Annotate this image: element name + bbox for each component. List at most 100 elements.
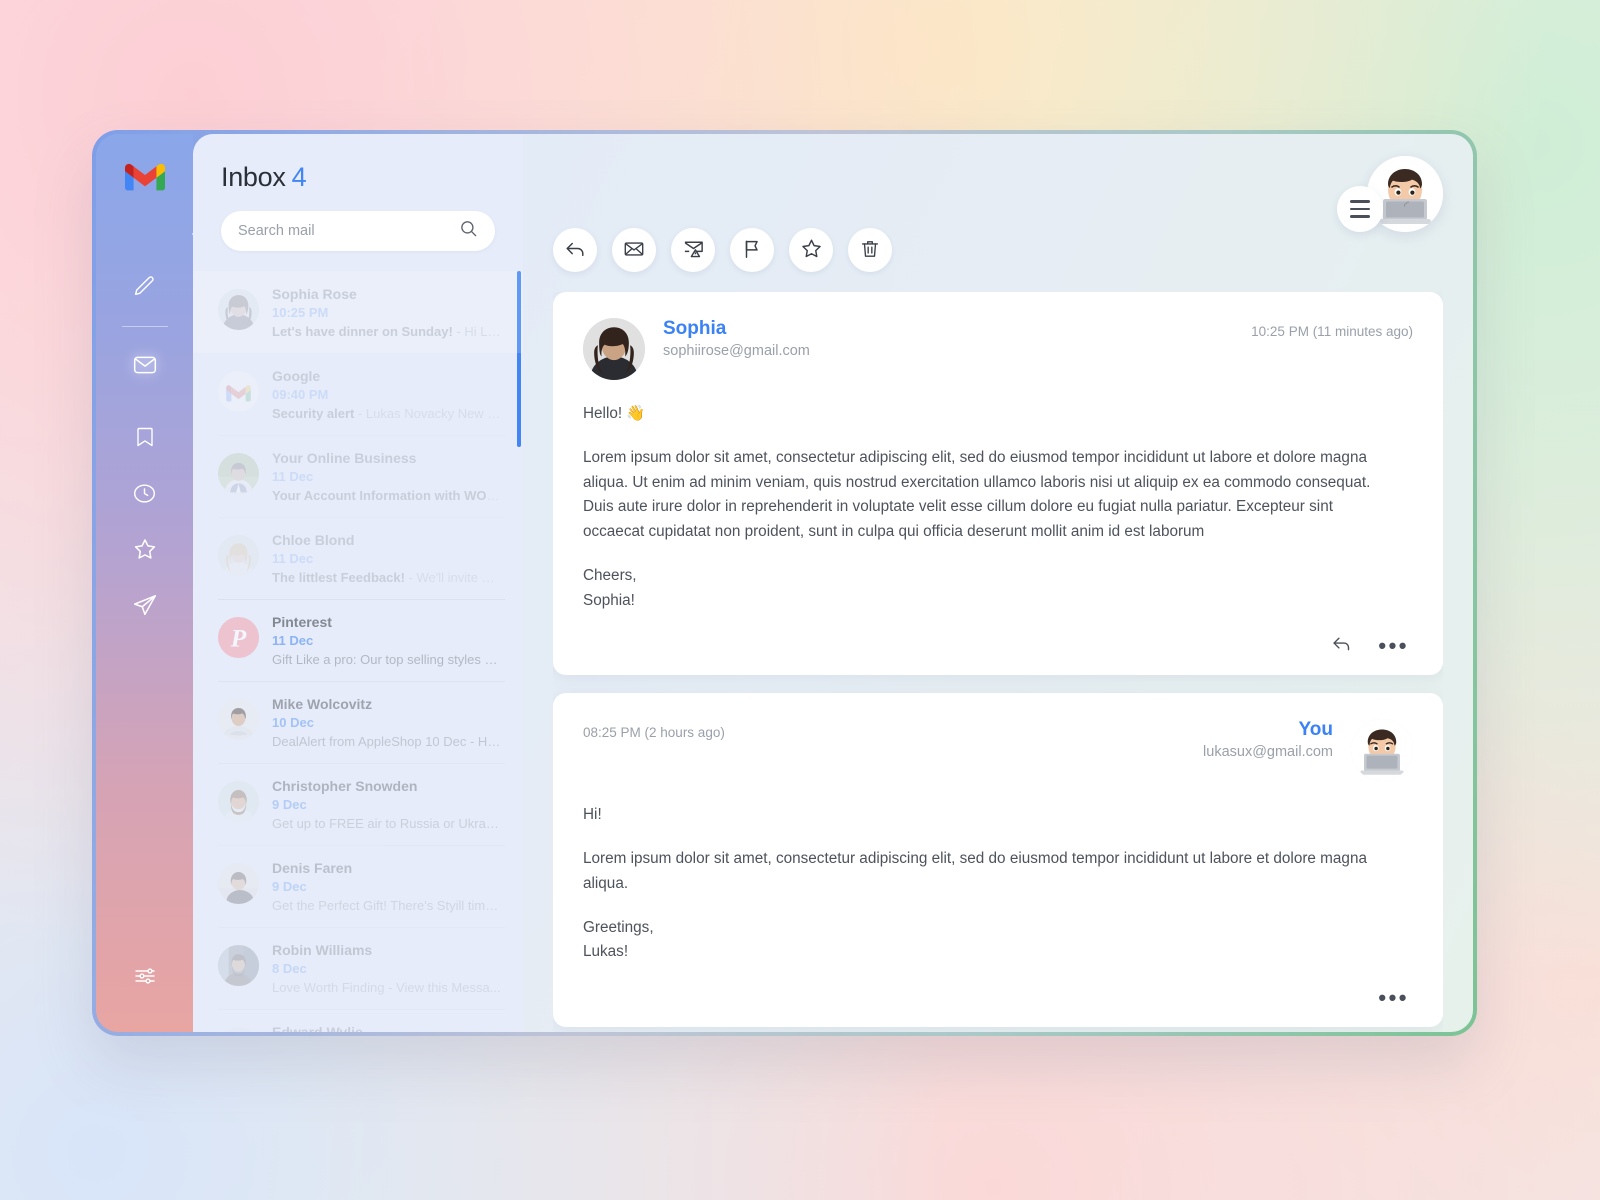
email-preview: - Hi Lukas... bbox=[456, 324, 501, 339]
sender-name: Edward Wylie bbox=[272, 1024, 363, 1032]
star-icon bbox=[800, 237, 823, 263]
hamburger-icon-bar bbox=[1350, 215, 1370, 218]
email-list-item[interactable]: Sophia Rose 10:25 PM Let's have dinner o… bbox=[193, 271, 523, 353]
email-date: 11 Dec bbox=[272, 551, 314, 566]
email-list-item[interactable]: Your Online Business 11 Dec Your Account… bbox=[193, 435, 523, 517]
message-sender: Sophia bbox=[663, 318, 727, 339]
flag-icon bbox=[741, 238, 763, 263]
email-date: 9 Dec bbox=[272, 879, 307, 894]
flag-button[interactable] bbox=[730, 228, 774, 272]
message-actions: ••• bbox=[583, 985, 1413, 1011]
email-preview: DealAlert from AppleShop 10 Dec - Hi... bbox=[272, 734, 501, 749]
reply-arrow-icon bbox=[564, 238, 586, 263]
sender-avatar bbox=[218, 535, 259, 576]
email-snippet: Get up to FREE air to Russia or Ukraine.… bbox=[272, 816, 501, 831]
gmail-logo-icon bbox=[124, 162, 165, 192]
search-input[interactable] bbox=[238, 223, 459, 239]
email-subject: Security alert bbox=[272, 406, 355, 421]
hamburger-icon-bar bbox=[1350, 200, 1370, 203]
sender-name: Mike Wolcovitz bbox=[272, 696, 373, 712]
sender-avatar bbox=[218, 289, 259, 330]
email-preview: Get the Perfect Gift! There's Styill tim… bbox=[272, 898, 501, 913]
message-avatar bbox=[583, 318, 645, 380]
email-list-item[interactable]: Chloe Blond 11 Dec The littlest Feedback… bbox=[193, 517, 523, 599]
message-toolbar[interactable] bbox=[553, 222, 1443, 278]
reading-pane: Sophia sophiirose@gmail.com 10:25 PM (11… bbox=[523, 134, 1473, 1032]
sender-name: Denis Faren bbox=[272, 860, 353, 876]
message-card: Sophia sophiirose@gmail.com 10:25 PM (11… bbox=[553, 292, 1443, 676]
more-options-button[interactable]: ••• bbox=[1378, 635, 1409, 657]
rail-item-compose[interactable] bbox=[123, 264, 167, 308]
search-bar[interactable] bbox=[221, 211, 495, 251]
email-subject: Let's have dinner on Sunday! bbox=[272, 324, 453, 339]
email-list-item[interactable]: P Pinterest 11 Dec Gift Like a pro: Our … bbox=[193, 599, 523, 681]
hamburger-icon-bar bbox=[1350, 207, 1370, 211]
message-card: You lukasux@gmail.com 08:25 PM (2 hours … bbox=[553, 693, 1443, 1028]
left-navigation-rail bbox=[96, 134, 193, 1032]
rail-item-sent[interactable] bbox=[123, 583, 167, 627]
email-snippet: Gift Like a pro: Our top selling styles … bbox=[272, 652, 501, 667]
pencil-icon bbox=[132, 274, 157, 299]
envelope-icon bbox=[623, 238, 645, 263]
email-preview: Get up to FREE air to Russia or Ukraine.… bbox=[272, 816, 501, 831]
sender-avatar bbox=[218, 371, 259, 412]
message-paragraph: Greetings, Lukas! bbox=[583, 918, 654, 961]
email-snippet: The littlest Feedback! - We'll invite yo… bbox=[272, 570, 501, 585]
envelope-icon bbox=[132, 352, 158, 378]
email-list[interactable]: Sophia Rose 10:25 PM Let's have dinner o… bbox=[193, 271, 523, 1032]
unread-count-badge: 4 bbox=[291, 162, 307, 192]
star-icon bbox=[132, 536, 158, 562]
envelope-button[interactable] bbox=[612, 228, 656, 272]
email-preview: - We'll invite you... bbox=[408, 570, 501, 585]
star-button[interactable] bbox=[789, 228, 833, 272]
message-paragraph: Lorem ipsum dolor sit amet, consectetur … bbox=[583, 850, 1367, 892]
sliders-icon bbox=[133, 964, 157, 988]
email-list-item[interactable]: Christopher Snowden 9 Dec Get up to FREE… bbox=[193, 763, 523, 845]
message-header: You lukasux@gmail.com 08:25 PM (2 hours … bbox=[583, 719, 1413, 782]
email-date: 9 Dec bbox=[272, 797, 307, 812]
hamburger-menu-button[interactable] bbox=[1337, 186, 1383, 232]
email-date: 8 Dec bbox=[272, 961, 307, 976]
app-window: Inbox4 Sophia Rose 10:25 PM Let's have d… bbox=[92, 130, 1477, 1036]
sender-name: Chloe Blond bbox=[272, 532, 355, 548]
rail-item-starred[interactable] bbox=[123, 527, 167, 571]
email-list-item[interactable]: Denis Faren 9 Dec Get the Perfect Gift! … bbox=[193, 845, 523, 927]
message-paragraph: Hi! bbox=[583, 806, 602, 824]
sender-avatar: P bbox=[218, 617, 259, 658]
rail-item-snoozed[interactable] bbox=[123, 471, 167, 515]
email-list-item[interactable]: Robin Williams 8 Dec Love Worth Finding … bbox=[193, 927, 523, 1009]
email-date: 10:25 PM bbox=[272, 305, 329, 320]
more-options-button[interactable]: ••• bbox=[1378, 987, 1409, 1009]
email-list-item[interactable]: Google 09:40 PM Security alert - Lukas N… bbox=[193, 353, 523, 435]
message-sender-email: lukasux@gmail.com bbox=[1203, 744, 1333, 761]
page-title: Inbox 4 bbox=[221, 162, 495, 193]
sender-avatar bbox=[218, 699, 259, 740]
email-snippet: Let's have dinner on Sunday! - Hi Lukas.… bbox=[272, 324, 501, 339]
email-snippet: Get the Perfect Gift! There's Styill tim… bbox=[272, 898, 501, 913]
email-snippet: Security alert - Lukas Novacky New dev..… bbox=[272, 406, 501, 421]
email-list-item[interactable]: Mike Wolcovitz 10 Dec DealAlert from App… bbox=[193, 681, 523, 763]
reply-button[interactable] bbox=[1331, 633, 1352, 659]
trash-icon bbox=[859, 238, 881, 263]
email-date: 11 Dec bbox=[272, 633, 314, 648]
rail-divider bbox=[121, 326, 168, 327]
email-date: 10 Dec bbox=[272, 715, 314, 730]
trash-button[interactable] bbox=[848, 228, 892, 272]
rail-item-inbox[interactable] bbox=[123, 343, 167, 387]
sender-name: Your Online Business bbox=[272, 450, 417, 466]
account-area bbox=[1337, 156, 1443, 232]
sender-name: Christopher Snowden bbox=[272, 778, 418, 794]
message-avatar bbox=[1351, 719, 1413, 782]
email-preview: Gift Like a pro: Our top selling styles … bbox=[272, 652, 501, 667]
email-list-item[interactable]: Edward Wylie 8 Dec Alternative View with… bbox=[193, 1009, 523, 1032]
message-body: Hello! 👋 Lorem ipsum dolor sit amet, cons… bbox=[583, 402, 1413, 613]
envelope-warning-button[interactable] bbox=[671, 228, 715, 272]
search-icon[interactable] bbox=[459, 219, 478, 243]
reply-arrow-button[interactable] bbox=[553, 228, 597, 272]
rail-item-bookmarks[interactable] bbox=[123, 415, 167, 459]
sender-avatar bbox=[218, 781, 259, 822]
email-preview: Love Worth Finding - View this Messa... bbox=[272, 980, 501, 995]
rail-item-settings[interactable] bbox=[123, 954, 167, 998]
message-timestamp: 10:25 PM (11 minutes ago) bbox=[1251, 324, 1413, 339]
email-subject: The littlest Feedback! bbox=[272, 570, 405, 585]
